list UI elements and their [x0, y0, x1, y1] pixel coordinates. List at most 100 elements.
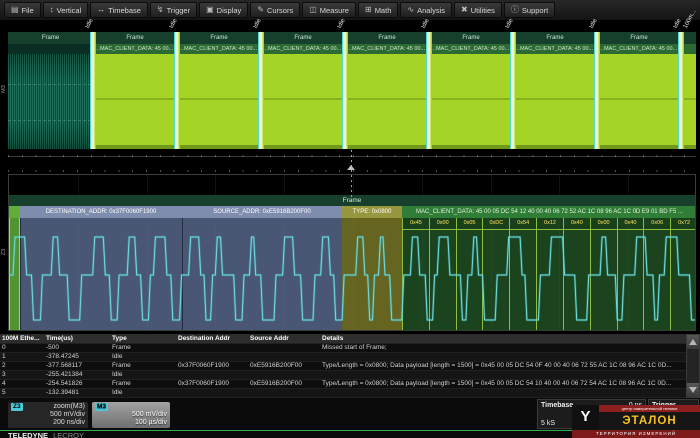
- math-icon: ⊞: [365, 6, 372, 14]
- byte-box: 0xDC: [482, 218, 509, 330]
- byte-value-label: 0x45: [403, 218, 429, 230]
- table-row[interactable]: 5-132.39481Idle: [0, 389, 686, 398]
- table-row[interactable]: 0-500FrameMissed start of Frame;: [0, 344, 686, 353]
- idle-label: Idle: [336, 18, 348, 30]
- frame-mac-data-label: ..MAC_CLIENT_DATA: 45 00...: [600, 44, 678, 54]
- table-header-cell: 100M Ethe...: [0, 334, 44, 343]
- watermark-bottom-text: ТЕРРИТОРИЯ ИЗМЕРЕНИЙ: [572, 430, 700, 438]
- overview-grid: FrameFrame..MAC_CLIENT_DATA: 45 00...Fra…: [8, 20, 696, 157]
- table-cell: -500: [44, 344, 110, 352]
- field-body: [342, 218, 402, 330]
- idle-gap: [510, 32, 516, 149]
- table-header-cell: Destination Addr: [176, 334, 248, 343]
- table-row[interactable]: 4-254.541826Frame0x37F0060F19000xE5916B2…: [0, 380, 686, 389]
- table-cell: Frame: [110, 362, 176, 370]
- idle-label: Idle: [504, 18, 516, 30]
- support-icon: ⓘ: [511, 6, 519, 14]
- scroll-up-button[interactable]: [687, 335, 699, 349]
- menu-file[interactable]: ▤File: [4, 2, 41, 18]
- frame-annotation-header: Frame: [9, 195, 695, 206]
- decoded-frame: Frame..MAC_CLIENT_DATA: 45 00...: [264, 32, 342, 149]
- byte-value-label: 0x05: [457, 218, 483, 230]
- table-row[interactable]: 2-377.568117Frame0x37F0060F19000xE5916B2…: [0, 362, 686, 371]
- byte-box: 0x12: [536, 218, 563, 330]
- z3-vertical-scale: 500 mV/div: [50, 411, 85, 419]
- frame-mac-data-label: ..MAC_CLIENT_DATA: 45 00...: [516, 44, 594, 54]
- byte-value-label: 0xDC: [483, 218, 509, 230]
- menu-label: Math: [375, 6, 392, 15]
- byte-box: 0x54: [509, 218, 536, 330]
- time-axis-ticks: [8, 170, 696, 172]
- frame-mac-data-label: ..MAC_CLIENT_DATA: 45 00...: [264, 44, 342, 54]
- field-label: MAC_CLIENT_DATA: 45 00 05 DC 54 12 40 00…: [402, 206, 696, 218]
- byte-box: 0x00: [429, 218, 456, 330]
- menu-cursors[interactable]: ✎Cursors: [250, 2, 300, 18]
- idle-gap: [90, 32, 96, 149]
- menu-utilities[interactable]: ✖Utilities: [454, 2, 502, 18]
- table-cell: 0xE5916B200F00: [248, 380, 320, 388]
- menu-vertical[interactable]: ↕Vertical: [43, 2, 89, 18]
- decode-overview-panel: M3 FrameFrame..MAC_CLIENT_DATA: 45 00...…: [0, 20, 700, 158]
- frame-mac-data-label: ..MAC_CLIENT_DATA: 45 00...: [432, 44, 510, 54]
- field-source-addr: SOURCE_ADDR: 0xE5916B200F00: [182, 206, 342, 330]
- frame-header-label: Frame: [264, 32, 342, 44]
- frame-header-label: Frame: [96, 32, 174, 44]
- byte-box: 0x00: [590, 218, 617, 330]
- menu-measure[interactable]: ◫Measure: [302, 2, 356, 18]
- menu-display[interactable]: ▣Display: [199, 2, 248, 18]
- field-label: SOURCE_ADDR: 0xE5916B200F00: [182, 206, 342, 218]
- calibration-watermark: Y центр измерительной техники ЭТАЛОН ТЕР…: [572, 405, 700, 438]
- frame-mac-data-label: [684, 44, 696, 54]
- table-cell: [248, 353, 320, 361]
- frame-subheader: [8, 44, 93, 54]
- table-cell: Idle: [110, 389, 176, 397]
- m3-trace-tag: M3: [95, 403, 108, 411]
- table-cell: 1: [0, 353, 44, 361]
- table-scrollbar[interactable]: [686, 334, 700, 398]
- field-label: TYPE: 0x0800: [342, 206, 402, 218]
- scroll-up-icon: [689, 339, 697, 345]
- table-row[interactable]: 1-378.47245Idle: [0, 353, 686, 362]
- idle-gap: [678, 32, 684, 149]
- table-cell: -378.47245: [44, 353, 110, 361]
- menu-math[interactable]: ⊞Math: [358, 2, 398, 18]
- table-cell: [248, 371, 320, 379]
- menu-label: Vertical: [57, 6, 82, 15]
- field-destination-addr: DESTINATION_ADDR: 0x37F0060F1900: [20, 206, 182, 330]
- menu-timebase[interactable]: ↔Timebase: [90, 2, 148, 18]
- scroll-track[interactable]: [687, 349, 699, 383]
- table-cell: [248, 344, 320, 352]
- trace-label-z3: Z3: [1, 245, 7, 259]
- table-cell: [320, 371, 686, 379]
- frame-header-label: Frame: [600, 32, 678, 44]
- analysis-icon: ∿: [407, 6, 414, 14]
- frame-header-label: Frame: [432, 32, 510, 44]
- decoded-frame: Frame..MAC_CLIENT_DATA: 45 00...: [180, 32, 258, 149]
- table-cell: [176, 389, 248, 397]
- byte-box: 0x05: [456, 218, 483, 330]
- frame-body: [516, 54, 594, 149]
- table-cell: [248, 389, 320, 397]
- menu-analysis[interactable]: ∿Analysis: [400, 2, 452, 18]
- byte-value-label: 0x00: [430, 218, 456, 230]
- scroll-down-icon: [689, 387, 697, 393]
- menu-trigger[interactable]: ↯Trigger: [150, 2, 197, 18]
- frame-mac-data-label: ..MAC_CLIENT_DATA: 45 00...: [348, 44, 426, 54]
- table-header-cell: Source Addr: [248, 334, 320, 343]
- brand-logo: TELEDYNE LECROY: [8, 431, 84, 438]
- byte-box: 0x72: [670, 218, 696, 330]
- vertical-icon: ↕: [50, 6, 54, 14]
- trigger-position-marker[interactable]: [347, 165, 355, 170]
- byte-box: 0x45: [402, 218, 429, 330]
- menu-support[interactable]: ⓘSupport: [504, 2, 555, 18]
- field-type: TYPE: 0x0800: [342, 206, 402, 330]
- byte-value-label: 0x00: [591, 218, 617, 230]
- m3-descriptor-box[interactable]: M3 500 mV/div 100 µs/div: [92, 402, 170, 428]
- table-cell: 0x37F0060F1900: [176, 362, 248, 370]
- frame-dense-waveform: [8, 54, 93, 149]
- z3-descriptor-box[interactable]: Z3 zoom(M3) 500 mV/div 200 ns/div: [8, 402, 88, 428]
- frame-mac-data-label: ..MAC_CLIENT_DATA: 45 00...: [96, 44, 174, 54]
- table-cell: Missed start of Frame;: [320, 344, 686, 352]
- scroll-down-button[interactable]: [687, 383, 699, 397]
- table-row[interactable]: 3-255.421384Idle: [0, 371, 686, 380]
